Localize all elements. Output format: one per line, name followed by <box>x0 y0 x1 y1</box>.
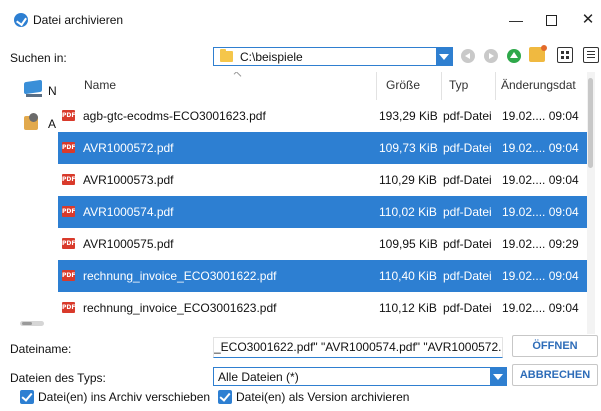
cancel-button[interactable]: ABBRECHEN <box>512 364 598 386</box>
pdf-file-icon: PDF <box>62 238 76 249</box>
file-size: 110,12 KiB <box>379 301 437 315</box>
file-date: 19.02.... 09:04 <box>502 109 579 123</box>
file-name: agb-gtc-ecodms-ECO3001623.pdf <box>83 109 266 123</box>
sidebar-scrollbar[interactable] <box>20 321 44 326</box>
file-size: 110,02 KiB <box>379 205 437 219</box>
file-name: rechnung_invoice_ECO3001623.pdf <box>83 301 277 315</box>
forward-icon[interactable] <box>484 49 498 63</box>
column-header: Name Größe Typ Änderungsdat <box>58 72 587 100</box>
file-size: 193,29 KiB <box>379 109 438 123</box>
new-folder-icon[interactable] <box>529 45 547 62</box>
title-bar: Datei archivieren — ✕ <box>0 0 601 38</box>
file-date: 19.02.... 09:29 <box>502 237 579 251</box>
table-row[interactable]: PDF AVR1000573.pdf 110,29 KiB pdf-Datei … <box>58 164 587 196</box>
move-to-archive-label[interactable]: Datei(en) ins Archiv verschieben <box>38 390 210 404</box>
filename-input[interactable]: _ECO3001622.pdf" "AVR1000574.pdf" "AVR10… <box>213 337 503 358</box>
file-list[interactable]: Name Größe Typ Änderungsdat PDF agb-gtc-… <box>58 72 595 334</box>
file-date: 19.02.... 09:04 <box>502 301 579 315</box>
file-type: pdf-Datei <box>443 301 492 315</box>
filetype-label: Dateien des Typs: <box>10 371 106 385</box>
file-date: 19.02.... 09:04 <box>502 205 579 219</box>
file-type: pdf-Datei <box>443 269 492 283</box>
file-size: 110,40 KiB <box>379 269 437 283</box>
pdf-file-icon: PDF <box>62 142 76 153</box>
filetype-select[interactable]: Alle Dateien (*) <box>213 367 507 386</box>
pdf-file-icon: PDF <box>62 270 76 281</box>
archive-as-version-label[interactable]: Datei(en) als Version archivieren <box>236 390 409 404</box>
scrollbar-thumb[interactable] <box>588 78 593 168</box>
table-row[interactable]: PDF AVR1000575.pdf 109,95 KiB pdf-Datei … <box>58 228 587 260</box>
file-date: 19.02.... 09:04 <box>502 141 579 155</box>
pdf-file-icon: PDF <box>62 110 76 121</box>
pdf-file-icon: PDF <box>62 174 76 185</box>
file-name: AVR1000573.pdf <box>83 173 174 187</box>
chevron-down-icon[interactable] <box>436 48 452 65</box>
file-size: 109,73 KiB <box>379 141 438 155</box>
back-icon[interactable] <box>461 49 475 63</box>
file-type: pdf-Datei <box>443 141 492 155</box>
file-name: AVR1000572.pdf <box>83 141 174 155</box>
table-row[interactable]: PDF rechnung_invoice_ECO3001622.pdf 110,… <box>58 260 587 292</box>
up-folder-icon[interactable] <box>507 49 521 63</box>
table-row[interactable]: PDF AVR1000574.pdf 110,02 KiB pdf-Datei … <box>58 196 587 228</box>
lookin-label: Suchen in: <box>10 51 67 65</box>
file-type: pdf-Datei <box>443 173 492 187</box>
sidebar-item-computer-label[interactable]: N <box>48 84 57 98</box>
places-sidebar: N A <box>10 72 58 332</box>
app-icon <box>14 13 28 27</box>
lookin-value: C:\beispiele <box>240 50 303 64</box>
column-header-name[interactable]: Name <box>84 78 116 92</box>
column-header-date[interactable]: Änderungsdat <box>501 78 576 92</box>
list-view-icon[interactable] <box>557 47 573 63</box>
file-type: pdf-Datei <box>443 205 492 219</box>
sidebar-item-user-label[interactable]: A <box>48 117 56 131</box>
minimize-button[interactable]: — <box>506 10 526 30</box>
table-row[interactable]: PDF rechnung_invoice_ECO3001623.pdf 110,… <box>58 292 587 324</box>
pdf-file-icon: PDF <box>62 206 76 217</box>
close-button[interactable]: ✕ <box>578 10 598 30</box>
folder-icon <box>220 49 233 62</box>
file-list-scrollbar[interactable] <box>587 72 595 334</box>
maximize-button[interactable] <box>541 10 561 30</box>
file-size: 110,29 KiB <box>379 173 437 187</box>
window-title: Datei archivieren <box>33 13 124 27</box>
file-size: 109,95 KiB <box>379 237 438 251</box>
column-header-size[interactable]: Größe <box>386 78 420 92</box>
details-view-icon[interactable] <box>583 47 599 63</box>
move-to-archive-checkbox[interactable] <box>20 390 34 404</box>
table-row[interactable]: PDF AVR1000572.pdf 109,73 KiB pdf-Datei … <box>58 132 587 164</box>
file-date: 19.02.... 09:04 <box>502 269 579 283</box>
file-name: rechnung_invoice_ECO3001622.pdf <box>83 269 277 283</box>
column-divider[interactable] <box>376 72 377 100</box>
filetype-value: Alle Dateien (*) <box>218 370 299 384</box>
sort-ascending-icon <box>233 72 242 79</box>
column-header-type[interactable]: Typ <box>449 78 468 92</box>
filename-label: Dateiname: <box>10 342 72 356</box>
archive-as-version-checkbox[interactable] <box>218 390 232 404</box>
file-name: AVR1000575.pdf <box>83 237 174 251</box>
file-type: pdf-Datei <box>443 237 492 251</box>
open-button[interactable]: ÖFFNEN <box>512 335 598 357</box>
column-divider[interactable] <box>495 72 496 100</box>
file-name: AVR1000574.pdf <box>83 205 174 219</box>
file-date: 19.02.... 09:04 <box>502 173 579 187</box>
table-row[interactable]: PDF agb-gtc-ecodms-ECO3001623.pdf 193,29… <box>58 100 587 132</box>
file-type: pdf-Datei <box>443 109 492 123</box>
lookin-combo[interactable]: C:\beispiele <box>213 47 453 66</box>
pdf-file-icon: PDF <box>62 302 76 313</box>
column-divider[interactable] <box>441 72 442 100</box>
chevron-down-icon[interactable] <box>490 368 506 385</box>
